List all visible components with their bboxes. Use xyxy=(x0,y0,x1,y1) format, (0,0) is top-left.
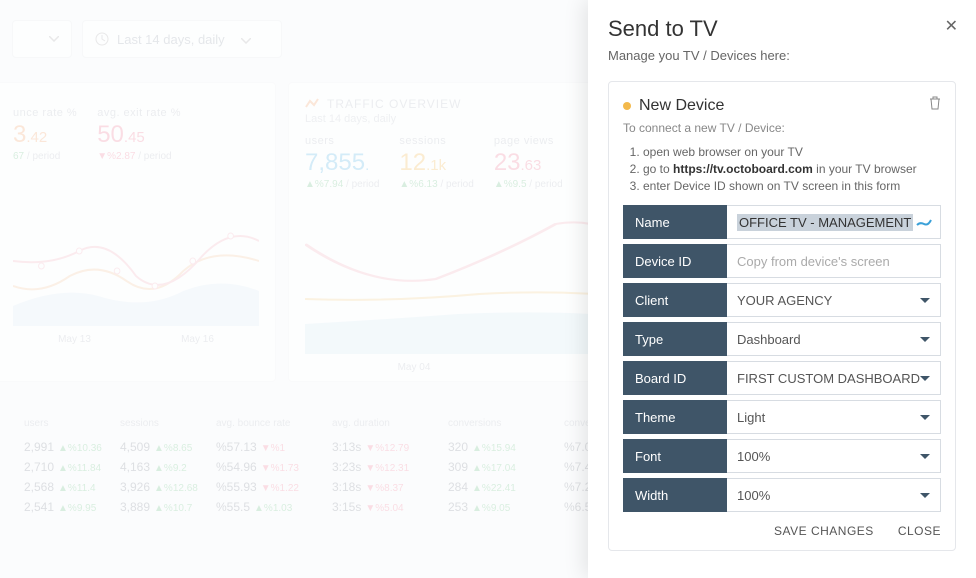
steps-list: open web browser on your TV go to https:… xyxy=(643,145,941,193)
form-label: Font xyxy=(623,439,727,473)
form-row-type: TypeDashboard xyxy=(623,322,941,356)
stat-label: unce rate % xyxy=(13,107,77,119)
form-label: Theme xyxy=(623,400,727,434)
stat-label: users xyxy=(305,135,379,147)
helper-text: To connect a new TV / Device: xyxy=(623,121,941,135)
stat-delta: ▲%9.5 / period xyxy=(494,179,563,190)
form-row-width: Width100% xyxy=(623,478,941,512)
panel-actions: SAVE CHANGES CLOSE xyxy=(623,524,941,538)
send-to-tv-drawer: ✕ Send to TV Manage you TV / Devices her… xyxy=(588,0,976,578)
type-select[interactable]: Dashboard xyxy=(727,322,941,356)
form-row-font: Font100% xyxy=(623,439,941,473)
form-label: Type xyxy=(623,322,727,356)
name-input[interactable]: OFFICE TV - MANAGEMENT xyxy=(727,205,941,239)
stat-delta: ▼%2.87 / period xyxy=(97,151,181,162)
stat-value: 7,855. xyxy=(305,149,379,177)
stat-value: 50.45 xyxy=(97,121,181,149)
drawer-subtitle: Manage you TV / Devices here: xyxy=(608,48,956,63)
date-range-label: Last 14 days, daily xyxy=(117,32,225,47)
width-select[interactable]: 100% xyxy=(727,478,941,512)
board-id-select[interactable]: FIRST CUSTOM DASHBOARD xyxy=(727,361,941,395)
chevron-down-icon xyxy=(49,36,59,42)
status-dot xyxy=(623,102,631,110)
form-row-device-id: Device ID xyxy=(623,244,941,278)
stat-value: 3.42 xyxy=(13,121,77,149)
stat-delta: ▲%7.94 / period xyxy=(305,179,379,190)
form-row-theme: ThemeLight xyxy=(623,400,941,434)
drawer-title: Send to TV xyxy=(608,16,956,42)
client-select[interactable]: YOUR AGENCY xyxy=(727,283,941,317)
stat-value: 23.63 xyxy=(494,149,563,177)
form-label: Width xyxy=(623,478,727,512)
trash-icon[interactable] xyxy=(929,96,941,115)
theme-select[interactable]: Light xyxy=(727,400,941,434)
chevron-down-icon xyxy=(241,38,251,44)
form-label: Client xyxy=(623,283,727,317)
card-title-text: TRAFFIC OVERVIEW xyxy=(327,97,461,111)
chart-icon xyxy=(305,97,319,111)
form-label: Board ID xyxy=(623,361,727,395)
form-row-client: ClientYOUR AGENCY xyxy=(623,283,941,317)
font-select[interactable]: 100% xyxy=(727,439,941,473)
close-button[interactable]: CLOSE xyxy=(898,524,941,538)
card-rates: unce rate % 3.42 67 / period avg. exit ra… xyxy=(0,82,276,382)
clock-icon xyxy=(95,32,109,46)
panel-title: New Device xyxy=(639,97,921,115)
chart-rates xyxy=(13,166,259,326)
close-icon[interactable]: ✕ xyxy=(945,16,958,36)
form-label: Name xyxy=(623,205,727,239)
step-1: open web browser on your TV xyxy=(643,145,941,159)
stat-value: 12.1k xyxy=(399,149,473,177)
stat-label: page views xyxy=(494,135,563,147)
form-row-board-id: Board IDFIRST CUSTOM DASHBOARD xyxy=(623,361,941,395)
device-icon xyxy=(916,215,932,230)
step-3: enter Device ID shown on TV screen in th… xyxy=(643,179,941,193)
filter-dropdown[interactable] xyxy=(12,20,72,58)
form-label: Device ID xyxy=(623,244,727,278)
step-2: go to https://tv.octoboard.com in your T… xyxy=(643,162,941,176)
device-id-input[interactable] xyxy=(727,244,941,278)
form-row-name: NameOFFICE TV - MANAGEMENT xyxy=(623,205,941,239)
stat-delta: ▲%6.13 / period xyxy=(399,179,473,190)
save-button[interactable]: SAVE CHANGES xyxy=(774,524,874,538)
date-range-dropdown[interactable]: Last 14 days, daily xyxy=(82,20,282,58)
stat-label: avg. exit rate % xyxy=(97,107,181,119)
new-device-panel: New Device To connect a new TV / Device:… xyxy=(608,81,956,551)
stat-delta: 67 / period xyxy=(13,151,77,162)
device-id-field[interactable] xyxy=(737,254,930,269)
stat-label: sessions xyxy=(399,135,473,147)
